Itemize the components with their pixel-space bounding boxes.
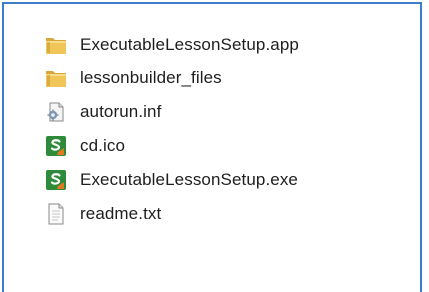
file-name: ExecutableLessonSetup.app (80, 34, 299, 54)
file-name: readme.txt (80, 204, 162, 223)
folder-icon (44, 66, 68, 90)
file-name: cd.ico (80, 136, 126, 155)
app-logo-icon (44, 134, 68, 158)
file-item-executablelessonsetup-exe[interactable]: ExecutableLessonSetup.exe (44, 163, 299, 197)
app-logo-icon (44, 168, 68, 192)
file-list-panel: ExecutableLessonSetup.app lessonbuilder_… (2, 2, 422, 292)
file-item-autorun-inf[interactable]: autorun.inf (44, 95, 299, 129)
file-item-readme-txt[interactable]: readme.txt (44, 197, 299, 231)
file-item-lessonbuilder-files[interactable]: lessonbuilder_files (44, 61, 299, 95)
file-list: ExecutableLessonSetup.app lessonbuilder_… (44, 28, 299, 231)
file-item-cd-ico[interactable]: cd.ico (44, 129, 299, 163)
file-name: autorun.inf (80, 102, 162, 121)
text-file-icon (44, 202, 68, 226)
file-name: ExecutableLessonSetup.exe (80, 170, 298, 189)
file-item-executablelessonsetup-app[interactable]: ExecutableLessonSetup.app (44, 28, 299, 61)
settings-file-icon (44, 100, 68, 124)
folder-icon (44, 33, 68, 57)
file-name: lessonbuilder_files (80, 68, 222, 87)
